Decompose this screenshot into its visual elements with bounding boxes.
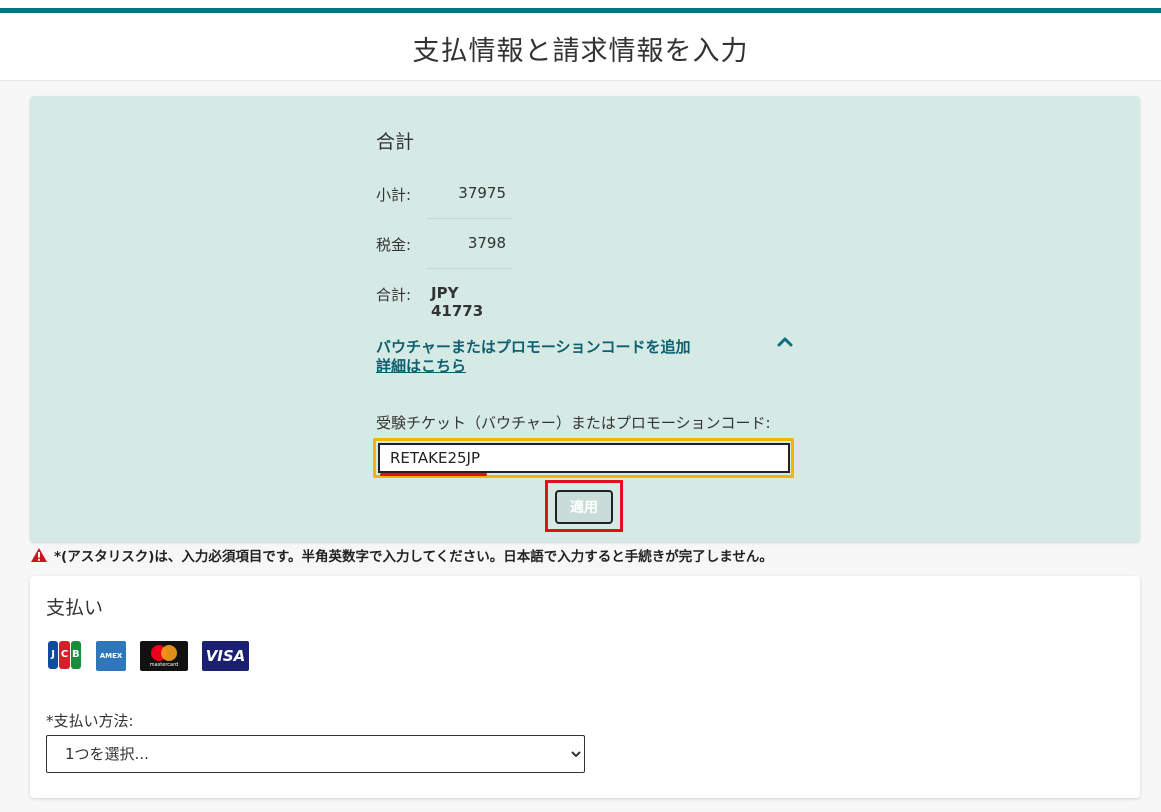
- payment-method-select[interactable]: 1つを選択...: [46, 735, 585, 773]
- warning-icon: [31, 548, 47, 562]
- jcb-logo-icon: J C B: [48, 641, 82, 671]
- details-link[interactable]: 詳細はこちら: [376, 355, 466, 376]
- visa-logo-icon: VISA: [202, 641, 249, 671]
- chevron-up-icon[interactable]: [777, 333, 793, 352]
- promo-code-focus-ring: [373, 438, 794, 478]
- tax-value: 3798: [467, 234, 506, 252]
- amex-logo-icon: AMEX: [96, 641, 126, 671]
- required-note-text: *(アスタリスク)は、入力必須項目です。半角英数字で入力してください。日本語で入…: [54, 549, 773, 565]
- page-header: 支払情報と請求情報を入力: [0, 13, 1161, 81]
- required-field-notice: *(アスタリスク)は、入力必須項目です。半角英数字で入力してください。日本語で入…: [30, 545, 773, 565]
- row-divider: [426, 268, 512, 269]
- order-summary-panel: 合計 小計: 37975 税金: 3798 合計: JPY 41773 バウチャ…: [30, 96, 1140, 542]
- payment-card: 支払い J C B AMEX mastercard VISA *支払い方法: 1…: [30, 576, 1140, 798]
- subtotal-value: 37975: [458, 184, 506, 202]
- total-label: 合計:: [376, 286, 412, 304]
- annotation-underline: [380, 473, 487, 476]
- total-value: JPY 41773: [431, 284, 484, 320]
- apply-button[interactable]: 適用: [555, 490, 613, 524]
- payment-heading: 支払い: [46, 597, 104, 619]
- mastercard-logo-text: mastercard: [149, 662, 179, 668]
- promo-code-toggle[interactable]: バウチャーまたはプロモーションコードを追加: [376, 336, 691, 357]
- totals-heading: 合計: [376, 131, 415, 153]
- mastercard-logo-icon: mastercard: [140, 641, 188, 671]
- subtotal-label: 小計:: [376, 186, 412, 204]
- payment-method-label: *支払い方法:: [46, 712, 134, 730]
- row-divider: [426, 218, 512, 219]
- page-title: 支払情報と請求情報を入力: [412, 36, 749, 67]
- promo-code-input[interactable]: [378, 443, 790, 473]
- tax-label: 税金:: [376, 236, 412, 254]
- card-logos: J C B AMEX mastercard VISA: [48, 641, 249, 671]
- promo-code-label: 受験チケット（バウチャー）またはプロモーションコード:: [376, 414, 771, 432]
